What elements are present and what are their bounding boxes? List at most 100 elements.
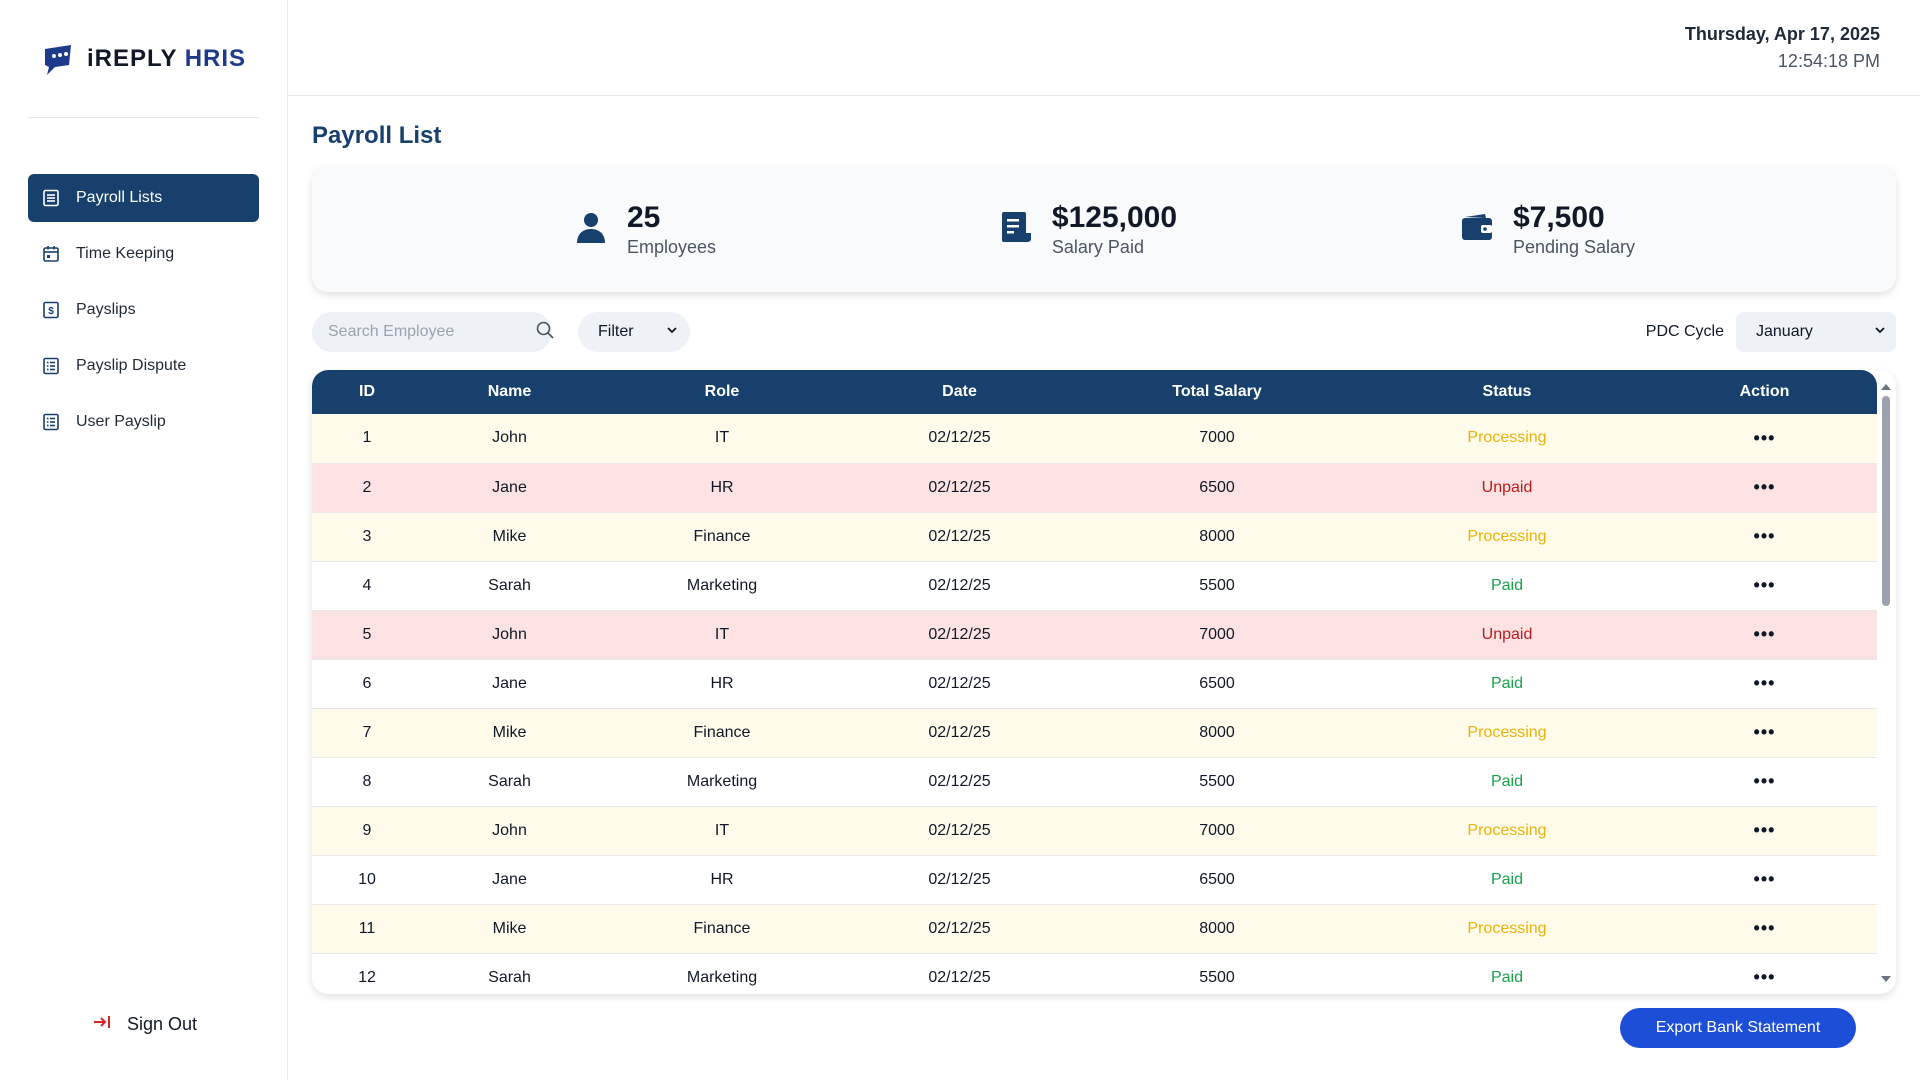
sidebar-item-payslips[interactable]: $ Payslips: [28, 286, 259, 334]
row-action-menu-button[interactable]: •••: [1652, 512, 1877, 562]
cell-status: Unpaid: [1362, 463, 1652, 513]
cell-status: Processing: [1362, 708, 1652, 758]
row-action-menu-button[interactable]: •••: [1652, 463, 1877, 513]
row-action-menu-button[interactable]: •••: [1652, 414, 1877, 464]
table-header-row: ID Name Role Date Total Salary Status Ac…: [312, 370, 1877, 414]
column-header-name[interactable]: Name: [422, 370, 597, 414]
cell-name: Jane: [422, 855, 597, 905]
cell-name: John: [422, 806, 597, 856]
sidebar-item-label: Payslip Dispute: [76, 357, 187, 374]
table-row: 8 Sarah Marketing 02/12/25 5500 Paid •••: [312, 757, 1877, 807]
row-action-menu-button[interactable]: •••: [1652, 953, 1877, 994]
table-row: 11 Mike Finance 02/12/25 8000 Processing…: [312, 904, 1877, 954]
stat-value: $125,000: [1051, 200, 1178, 234]
cell-date: 02/12/25: [847, 708, 1072, 758]
cell-id: 12: [312, 953, 422, 994]
table-scrollbar[interactable]: [1880, 384, 1892, 982]
column-header-role[interactable]: Role: [597, 370, 847, 414]
cell-id: 5: [312, 610, 422, 660]
cell-salary: 7000: [1072, 806, 1362, 856]
cell-status: Paid: [1362, 659, 1652, 709]
sidebar-item-time-keeping[interactable]: Time Keeping: [28, 230, 259, 278]
list-icon: [42, 189, 60, 207]
stat-pending-salary: $7,500 Pending Salary: [1459, 201, 1635, 258]
cell-status: Paid: [1362, 757, 1652, 807]
scroll-down-icon[interactable]: [1881, 976, 1891, 982]
cell-id: 10: [312, 855, 422, 905]
sidebar-item-payroll-lists[interactable]: Payroll Lists: [28, 174, 259, 222]
cell-name: John: [422, 610, 597, 660]
column-header-status[interactable]: Status: [1362, 370, 1652, 414]
search-input[interactable]: [328, 323, 535, 341]
row-action-menu-button[interactable]: •••: [1652, 904, 1877, 954]
cell-role: Finance: [597, 512, 847, 562]
table-row: 10 Jane HR 02/12/25 6500 Paid •••: [312, 855, 1877, 905]
payroll-table: ID Name Role Date Total Salary Status Ac…: [312, 370, 1877, 994]
cell-id: 2: [312, 463, 422, 513]
cell-role: HR: [597, 463, 847, 513]
cell-status: Unpaid: [1362, 610, 1652, 660]
row-action-menu-button[interactable]: •••: [1652, 757, 1877, 807]
cell-date: 02/12/25: [847, 512, 1072, 562]
row-action-menu-button[interactable]: •••: [1652, 659, 1877, 709]
cell-salary: 8000: [1072, 512, 1362, 562]
table-row: 7 Mike Finance 02/12/25 8000 Processing …: [312, 708, 1877, 758]
cell-status: Paid: [1362, 953, 1652, 994]
column-header-id[interactable]: ID: [312, 370, 422, 414]
cell-role: Finance: [597, 708, 847, 758]
pdc-cycle-label: PDC Cycle: [1645, 323, 1724, 340]
column-header-total-salary[interactable]: Total Salary: [1072, 370, 1362, 414]
row-action-menu-button[interactable]: •••: [1652, 708, 1877, 758]
pdc-cycle-select[interactable]: January: [1736, 312, 1896, 352]
sidebar-item-user-payslip[interactable]: User Payslip: [28, 398, 259, 446]
cell-name: Mike: [422, 512, 597, 562]
scrollbar-thumb[interactable]: [1882, 396, 1890, 606]
column-header-action: Action: [1652, 370, 1877, 414]
filter-dropdown[interactable]: Filter: [578, 312, 690, 352]
cell-status: Processing: [1362, 512, 1652, 562]
table-row: 4 Sarah Marketing 02/12/25 5500 Paid •••: [312, 561, 1877, 611]
current-time: 12:54:18 PM: [1777, 50, 1880, 71]
cell-salary: 8000: [1072, 904, 1362, 954]
cell-name: Sarah: [422, 953, 597, 994]
column-header-date[interactable]: Date: [847, 370, 1072, 414]
row-action-menu-button[interactable]: •••: [1652, 610, 1877, 660]
current-date: Thursday, Apr 17, 2025: [1684, 23, 1880, 44]
cell-role: Finance: [597, 904, 847, 954]
receipt-icon: [998, 209, 1034, 250]
table-row: 1 John IT 02/12/25 7000 Processing •••: [312, 414, 1877, 464]
cell-date: 02/12/25: [847, 806, 1072, 856]
row-action-menu-button[interactable]: •••: [1652, 561, 1877, 611]
cell-id: 6: [312, 659, 422, 709]
cell-status: Paid: [1362, 855, 1652, 905]
table-row: 3 Mike Finance 02/12/25 8000 Processing …: [312, 512, 1877, 562]
search-box: [312, 312, 555, 352]
scroll-up-icon[interactable]: [1881, 384, 1891, 390]
page-title: Payroll List: [312, 122, 442, 149]
table-row: 6 Jane HR 02/12/25 6500 Paid •••: [312, 659, 1877, 709]
cell-salary: 8000: [1072, 708, 1362, 758]
cell-role: Marketing: [597, 953, 847, 994]
export-bank-statement-button[interactable]: Export Bank Statement: [1620, 1008, 1856, 1048]
cell-id: 7: [312, 708, 422, 758]
cell-salary: 5500: [1072, 953, 1362, 994]
user-icon: [573, 209, 609, 250]
cell-role: HR: [597, 855, 847, 905]
cell-id: 8: [312, 757, 422, 807]
row-action-menu-button[interactable]: •••: [1652, 806, 1877, 856]
cell-date: 02/12/25: [847, 953, 1072, 994]
cell-date: 02/12/25: [847, 463, 1072, 513]
cell-name: Mike: [422, 904, 597, 954]
cell-name: Sarah: [422, 561, 597, 611]
cell-salary: 7000: [1072, 414, 1362, 464]
sidebar-item-payslip-dispute[interactable]: Payslip Dispute: [28, 342, 259, 390]
cell-date: 02/12/25: [847, 904, 1072, 954]
sidebar-item-label: User Payslip: [76, 413, 166, 430]
cell-role: Marketing: [597, 757, 847, 807]
table-row: 5 John IT 02/12/25 7000 Unpaid •••: [312, 610, 1877, 660]
search-icon[interactable]: [535, 320, 555, 345]
sidebar-item-label: Payroll Lists: [76, 189, 163, 206]
row-action-menu-button[interactable]: •••: [1652, 855, 1877, 905]
header: Thursday, Apr 17, 2025 12:54:18 PM: [288, 0, 1920, 96]
sign-out-button[interactable]: Sign Out: [0, 1011, 288, 1038]
